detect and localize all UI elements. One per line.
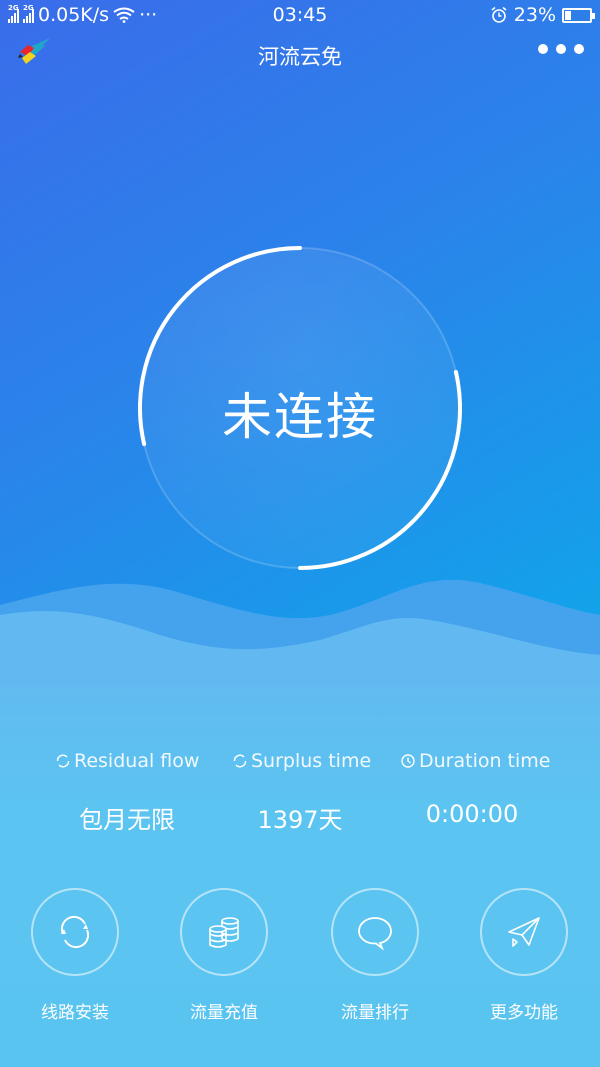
battery-percent: 23% — [513, 4, 556, 26]
more-dots-icon — [556, 44, 566, 54]
stat-label-text: Residual flow — [74, 750, 200, 772]
alarm-icon — [491, 6, 507, 23]
refresh-icon — [56, 754, 70, 768]
paper-plane-icon — [508, 917, 540, 947]
stat-label-surplus-time: Surplus time — [232, 750, 371, 772]
chat-bubble-icon — [358, 917, 392, 951]
refresh-icon — [233, 754, 247, 768]
coins-icon — [209, 917, 239, 948]
action-more-features[interactable]: 更多功能 — [454, 888, 594, 1023]
action-label: 更多功能 — [490, 1003, 558, 1023]
action-label: 流量排行 — [341, 1003, 409, 1023]
action-label: 线路安装 — [41, 1003, 109, 1023]
stat-label-text: Surplus time — [251, 750, 372, 772]
more-menu-button[interactable] — [538, 44, 584, 54]
stat-value-surplus-time: 1397天 — [257, 806, 343, 834]
action-recharge[interactable]: 流量充值 — [154, 888, 294, 1023]
wave-decoration — [0, 579, 600, 685]
status-bar: 2G 2G 0.05K/s ··· 03:45 23% — [0, 0, 600, 32]
stat-label-residual-flow: Residual flow — [55, 750, 199, 772]
more-dots-icon — [574, 44, 584, 54]
stat-value-residual-flow: 包月无限 — [79, 806, 175, 834]
stat-value-duration-time: 0:00:00 — [425, 800, 519, 828]
more-dots-icon — [538, 44, 548, 54]
connection-status: 未连接 — [222, 388, 378, 446]
title-bar: 河流云免 — [0, 32, 600, 74]
action-line-install[interactable]: 线路安装 — [5, 888, 145, 1023]
battery-icon — [562, 7, 595, 23]
clock-icon — [401, 754, 415, 768]
stat-label-duration-time: Duration time — [400, 750, 551, 772]
action-ranking[interactable]: 流量排行 — [305, 888, 445, 1023]
stat-label-text: Duration time — [419, 750, 551, 772]
sync-icon — [60, 915, 90, 949]
app-title: 河流云免 — [258, 45, 342, 69]
connect-button[interactable]: 未连接 — [138, 245, 462, 571]
action-label: 流量充值 — [190, 1003, 258, 1023]
